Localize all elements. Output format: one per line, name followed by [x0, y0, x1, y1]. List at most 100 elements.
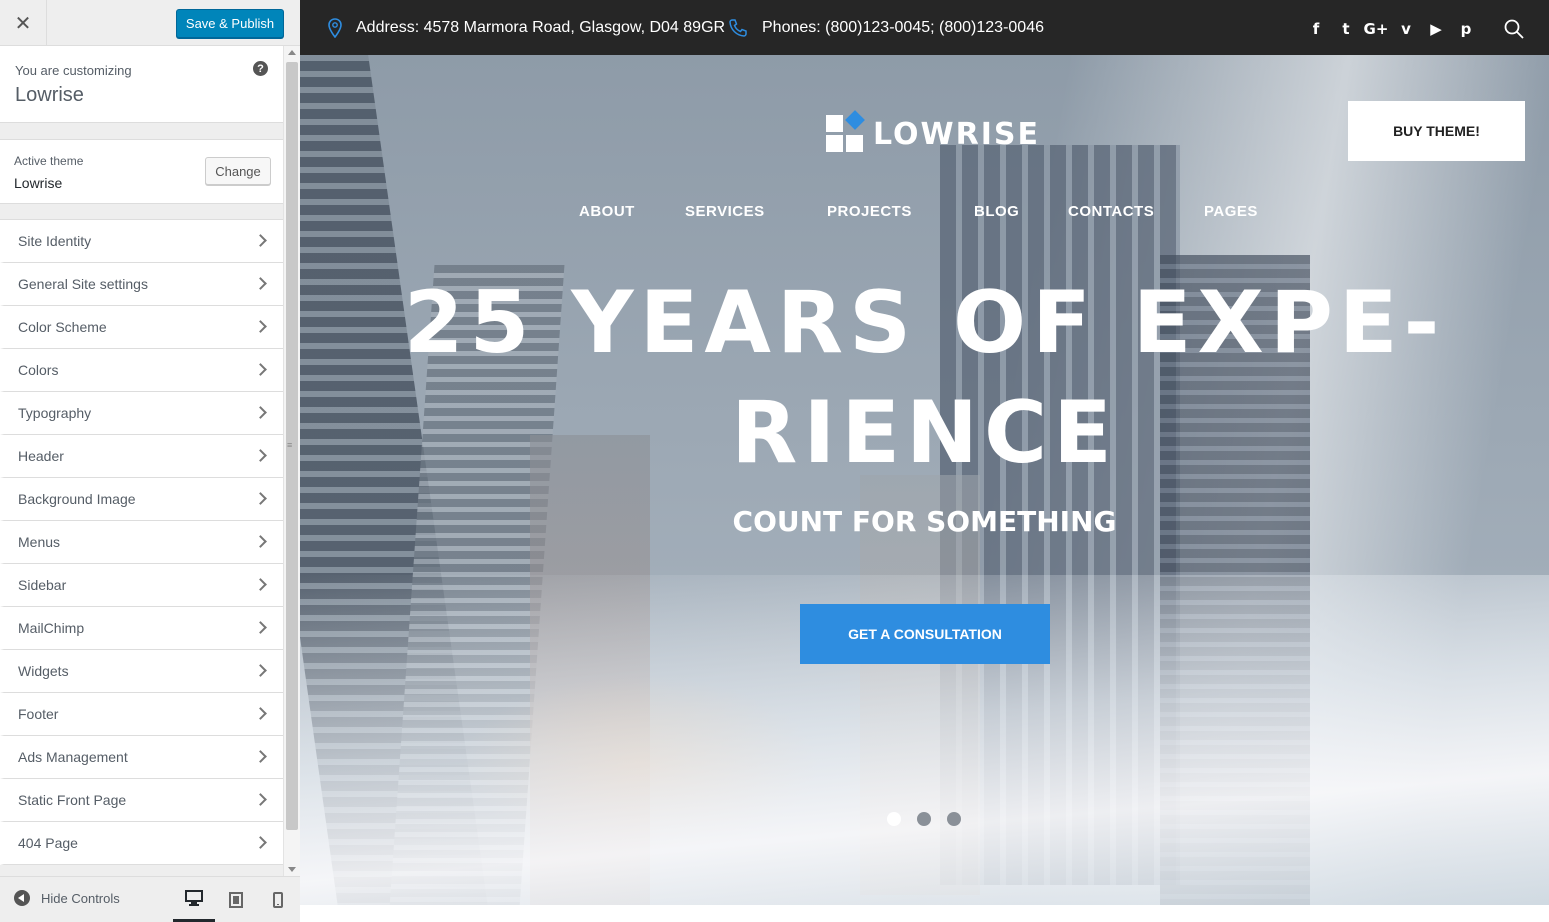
customizer-panel: You are customizing Lowrise ? Active the… — [0, 46, 283, 876]
hero-headline-line: 25 YEARS OF EXPE- — [403, 273, 1446, 373]
section-label: Site Identity — [18, 233, 92, 249]
phones-text: Phones: (800)123-0045; (800)123-0046 — [762, 19, 1044, 36]
facebook-icon[interactable]: f — [1301, 18, 1331, 40]
section-label: 404 Page — [18, 835, 78, 851]
section-label: Widgets — [18, 663, 69, 679]
section-header[interactable]: Header — [0, 435, 283, 478]
nav-projects[interactable]: PROJECTS — [827, 203, 912, 220]
section-label: Ads Management — [18, 749, 128, 765]
hero-headline-line: RIENCE — [731, 383, 1118, 483]
address-text: Address: 4578 Marmora Road, Glasgow, D04… — [356, 19, 726, 36]
site-logo[interactable]: LOWRISE — [826, 110, 1041, 153]
hero-subheadline: COUNT FOR SOMETHING — [732, 505, 1117, 538]
chevron-right-icon — [254, 750, 267, 763]
change-theme-button[interactable]: Change — [205, 157, 271, 185]
slider-dot[interactable] — [947, 812, 961, 826]
save-publish-button[interactable]: Save & Publish — [176, 9, 284, 38]
site-preview: Address: 4578 Marmora Road, Glasgow, D04… — [300, 0, 1549, 922]
resize-grip-icon[interactable]: ≡ — [287, 440, 292, 450]
tablet-icon — [229, 892, 243, 908]
slider-pagination — [887, 812, 977, 826]
sidebar-scrollbar[interactable] — [283, 46, 300, 876]
section-label: MailChimp — [18, 620, 85, 636]
section-label: Colors — [18, 362, 59, 378]
pinterest-icon[interactable]: p — [1451, 18, 1481, 40]
mobile-icon — [273, 892, 283, 908]
hero-slider: LOWRISE BUY THEME! ABOUT SERVICES PROJEC… — [300, 55, 1549, 905]
logo-mark-icon — [826, 110, 865, 153]
section-footer[interactable]: Footer — [0, 693, 283, 736]
chevron-right-icon — [254, 664, 267, 677]
scroll-down-arrow-icon[interactable] — [288, 867, 296, 872]
slider-dot[interactable] — [917, 812, 931, 826]
section-color-scheme[interactable]: Color Scheme — [0, 306, 283, 349]
hide-controls-button[interactable]: Hide Controls — [14, 890, 120, 906]
google-plus-icon[interactable]: G+ — [1361, 18, 1391, 40]
scroll-up-arrow-icon[interactable] — [288, 50, 296, 55]
section-label: Color Scheme — [18, 319, 107, 335]
section-label: Typography — [18, 405, 92, 421]
chevron-right-icon — [254, 320, 267, 333]
chevron-right-icon — [254, 363, 267, 376]
buy-theme-button[interactable]: BUY THEME! — [1348, 101, 1525, 161]
section-sidebar[interactable]: Sidebar — [0, 564, 283, 607]
section-label: Menus — [18, 534, 61, 550]
nav-about[interactable]: ABOUT — [579, 203, 635, 220]
section-static-front-page[interactable]: Static Front Page — [0, 779, 283, 822]
get-consultation-button[interactable]: GET A CONSULTATION — [800, 604, 1050, 664]
section-general-site-settings[interactable]: General Site settings — [0, 263, 283, 306]
chevron-right-icon — [254, 621, 267, 634]
main-navigation: ABOUT SERVICES PROJECTS BLOG CONTACTS PA… — [300, 203, 1549, 227]
social-links: f t G+ v ▶ p — [1301, 18, 1481, 40]
nav-pages[interactable]: PAGES — [1204, 203, 1258, 220]
preview-mobile-button[interactable] — [257, 877, 299, 922]
logo-text: LOWRISE — [873, 116, 1041, 152]
search-icon — [1504, 19, 1524, 39]
chevron-right-icon — [254, 793, 267, 806]
search-button[interactable] — [1504, 19, 1524, 44]
chevron-right-icon — [254, 234, 267, 247]
address-info: Address: 4578 Marmora Road, Glasgow, D04… — [328, 18, 725, 38]
section-background-image[interactable]: Background Image — [0, 478, 283, 521]
customizer-footer: Hide Controls — [0, 876, 300, 922]
active-theme-panel: Active theme Lowrise Change — [0, 139, 283, 204]
chevron-right-icon — [254, 836, 267, 849]
customizing-info: You are customizing Lowrise ? — [0, 46, 283, 123]
section-menus[interactable]: Menus — [0, 521, 283, 564]
nav-blog[interactable]: BLOG — [974, 203, 1019, 220]
close-customizer-button[interactable]: ✕ — [0, 0, 47, 46]
slider-dot[interactable] — [887, 812, 901, 826]
chevron-right-icon — [254, 406, 267, 419]
customizer-sections: Site Identity General Site settings Colo… — [0, 219, 283, 865]
collapse-arrow-icon — [14, 890, 30, 906]
hero-headline: 25 YEARS OF EXPE- RIENCE — [300, 268, 1549, 488]
customizing-label: You are customizing — [15, 63, 132, 78]
vimeo-icon[interactable]: v — [1391, 18, 1421, 40]
chevron-right-icon — [254, 707, 267, 720]
section-label: Sidebar — [18, 577, 67, 593]
section-label: Footer — [18, 706, 59, 722]
section-mailchimp[interactable]: MailChimp — [0, 607, 283, 650]
site-title: Lowrise — [15, 84, 84, 106]
youtube-icon[interactable]: ▶ — [1421, 18, 1451, 40]
section-colors[interactable]: Colors — [0, 349, 283, 392]
chevron-right-icon — [254, 492, 267, 505]
section-label: General Site settings — [18, 276, 148, 292]
active-theme-name: Lowrise — [14, 175, 63, 191]
section-404-page[interactable]: 404 Page — [0, 822, 283, 865]
phone-icon — [729, 19, 747, 37]
nav-services[interactable]: SERVICES — [685, 203, 765, 220]
section-typography[interactable]: Typography — [0, 392, 283, 435]
preview-desktop-button[interactable] — [173, 877, 215, 922]
section-label: Header — [18, 448, 64, 464]
section-ads-management[interactable]: Ads Management — [0, 736, 283, 779]
section-site-identity[interactable]: Site Identity — [0, 220, 283, 263]
nav-contacts[interactable]: CONTACTS — [1068, 203, 1154, 220]
twitter-icon[interactable]: t — [1331, 18, 1361, 40]
help-icon[interactable]: ? — [253, 61, 268, 76]
customizer-header: ✕ Save & Publish — [0, 0, 300, 46]
customizer-sidebar: ✕ Save & Publish You are customizing Low… — [0, 0, 300, 922]
preview-tablet-button[interactable] — [215, 877, 257, 922]
section-widgets[interactable]: Widgets — [0, 650, 283, 693]
section-label: Static Front Page — [18, 792, 127, 808]
